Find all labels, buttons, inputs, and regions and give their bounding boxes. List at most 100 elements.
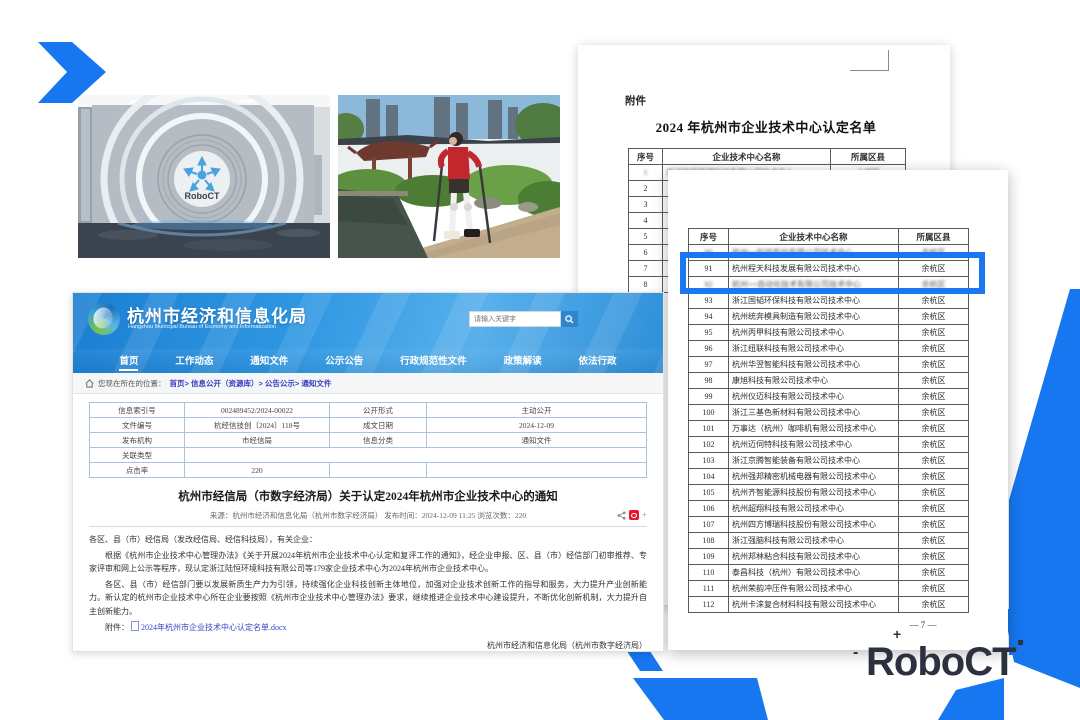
cell-no: 110 [689, 565, 729, 581]
table-row: 104杭州强邦精密机械电器有限公司技术中心余杭区 [689, 469, 969, 485]
cell-no: 2 [629, 181, 663, 197]
nav-item-1[interactable]: 工作动态 [175, 351, 213, 371]
info-label: 公开形式 [330, 403, 427, 418]
logo-plus-mark: + [893, 626, 901, 642]
table-row: 94杭州统奔模具制造有限公司技术中心余杭区 [689, 309, 969, 325]
row-91-highlight-box [680, 252, 985, 294]
search-input[interactable] [469, 311, 561, 327]
info-value [185, 448, 647, 463]
cell-name: 杭州强邦精密机械电器有限公司技术中心 [729, 469, 899, 485]
cell-district: 余杭区 [899, 517, 969, 533]
info-value: 通知文件 [427, 433, 647, 448]
info-label: 关联类型 [90, 448, 185, 463]
more-share-icon[interactable]: + [642, 510, 647, 520]
cell-name: 杭州邦林粘合科技有限公司技术中心 [729, 549, 899, 565]
info-label: 文件编号 [90, 418, 185, 433]
info-label: 点击率 [90, 463, 185, 478]
roboct-logo: - + RoboCT [866, 634, 1016, 690]
cell-name: 杭州超翔科技有限公司技术中心 [729, 501, 899, 517]
info-row: 信息索引号002489452/2024-00022公开形式主动公开 [90, 403, 647, 418]
table-header-row: 序号 企业技术中心名称 所属区县 [689, 229, 969, 245]
cell-no: 99 [689, 389, 729, 405]
cell-name: 杭州四方博瑞科技股份有限公司技术中心 [729, 517, 899, 533]
table-header-row: 序号 企业技术中心名称 所属区县 [629, 149, 906, 165]
cell-district: 余杭区 [899, 293, 969, 309]
cell-no: 98 [689, 373, 729, 389]
table-row: 96浙江纽联科技有限公司技术中心余杭区 [689, 341, 969, 357]
cell-no: 8 [629, 277, 663, 293]
cell-no: 6 [629, 245, 663, 261]
breadcrumb-path[interactable]: 首页> 信息公开（资源库）> 公告公示> 通知文件 [170, 378, 332, 389]
cell-no: 93 [689, 293, 729, 309]
nav-item-3[interactable]: 公示公告 [325, 351, 363, 371]
cell-name: 浙江强脑科技有限公司技术中心 [729, 533, 899, 549]
cell-name: 浙江京腾智能装备有限公司技术中心 [729, 453, 899, 469]
cell-name: 杭州迈伺特科技有限公司技术中心 [729, 437, 899, 453]
table-row: 98康旭科技有限公司技术中心余杭区 [689, 373, 969, 389]
nav-item-0[interactable]: 首页 [119, 351, 138, 371]
cell-district: 余杭区 [899, 549, 969, 565]
exoskeleton-photo [338, 95, 560, 258]
cell-no: 109 [689, 549, 729, 565]
paragraph-1: 根据《杭州市企业技术中心管理办法》《关于开展2024年杭州市企业技术中心认定和复… [89, 549, 647, 576]
attachment-link[interactable]: 2024年杭州市企业技术中心认定名单.docx [141, 623, 287, 632]
attachment-label: 附件 [625, 93, 646, 108]
cell-no: 97 [689, 357, 729, 373]
article-title: 杭州市经信局（市数字经济局）关于认定2024年杭州市企业技术中心的通知 [89, 488, 647, 504]
search-button[interactable] [561, 311, 578, 327]
cell-no: 106 [689, 501, 729, 517]
article-body: 各区、县（市）经信局（发改经信局、经信科技局），有关企业： 根据《杭州市企业技术… [89, 533, 647, 652]
nav-item-4[interactable]: 行政规范性文件 [400, 351, 467, 371]
nav-item-6[interactable]: 依法行政 [578, 351, 616, 371]
table-row: 105杭州齐智能源科技股份有限公司技术中心余杭区 [689, 485, 969, 501]
info-label: 成文日期 [330, 418, 427, 433]
info-value: 主动公开 [427, 403, 647, 418]
cell-no: 100 [689, 405, 729, 421]
col-header-name: 企业技术中心名称 [663, 149, 831, 165]
info-row: 文件编号杭经信技创〔2024〕118号成文日期2024-12-09 [90, 418, 647, 433]
weibo-share-icon[interactable] [629, 510, 639, 520]
cell-no: 112 [689, 597, 729, 613]
office-photo: RoboCT [78, 95, 330, 258]
info-value: 杭经信技创〔2024〕118号 [185, 418, 330, 433]
col-header-no: 序号 [689, 229, 729, 245]
attachment-page-7: 序号 企业技术中心名称 所属区县 90杭州××科技股份有限公司技术中心余杭区91… [668, 170, 1008, 650]
cell-name: 浙江纽联科技有限公司技术中心 [729, 341, 899, 357]
info-label: 发布机构 [90, 433, 185, 448]
info-table-body: 信息索引号002489452/2024-00022公开形式主动公开文件编号杭经信… [90, 403, 647, 478]
table-row: 93浙江国韬环保科技有限公司技术中心余杭区 [689, 293, 969, 309]
cell-no: 108 [689, 533, 729, 549]
share-icon[interactable] [617, 511, 626, 520]
table-row: 101万事达（杭州）咖啡机有限公司技术中心余杭区 [689, 421, 969, 437]
cell-no: 101 [689, 421, 729, 437]
cell-district: 余杭区 [899, 357, 969, 373]
cell-no: 5 [629, 229, 663, 245]
nav-item-5[interactable]: 政策解读 [504, 351, 542, 371]
cell-district: 余杭区 [899, 501, 969, 517]
cell-district: 余杭区 [899, 421, 969, 437]
cell-district: 余杭区 [899, 565, 969, 581]
cell-district: 余杭区 [899, 309, 969, 325]
info-value: 002489452/2024-00022 [185, 403, 330, 418]
cell-no: 4 [629, 213, 663, 229]
nav-item-2[interactable]: 通知文件 [250, 351, 288, 371]
cell-district: 余杭区 [899, 341, 969, 357]
col-header-district: 所属区县 [899, 229, 969, 245]
cell-no: 111 [689, 581, 729, 597]
cell-name: 泰昌科技（杭州）有限公司技术中心 [729, 565, 899, 581]
doc-file-icon [131, 621, 139, 631]
cell-no: 1 [629, 165, 663, 181]
logo-minus-mark: - [853, 644, 858, 662]
home-icon [85, 379, 94, 388]
table-row: 111杭州荣韵冲压件有限公司技术中心余杭区 [689, 581, 969, 597]
cell-district: 余杭区 [899, 437, 969, 453]
table-row: 102杭州迈伺特科技有限公司技术中心余杭区 [689, 437, 969, 453]
table-row: 99杭州仪迈科技有限公司技术中心余杭区 [689, 389, 969, 405]
info-label: 信息索引号 [90, 403, 185, 418]
breadcrumb: 您现在所在的位置： 首页> 信息公开（资源库）> 公告公示> 通知文件 [73, 373, 663, 394]
document-info-table: 信息索引号002489452/2024-00022公开形式主动公开文件编号杭经信… [89, 402, 647, 478]
gov-bureau-logo-icon [88, 303, 120, 335]
cell-name: 杭州统奔模具制造有限公司技术中心 [729, 309, 899, 325]
front-doc-table-body: 90杭州××科技股份有限公司技术中心余杭区91杭州程天科技发展有限公司技术中心余… [689, 245, 969, 613]
cell-district: 余杭区 [899, 453, 969, 469]
